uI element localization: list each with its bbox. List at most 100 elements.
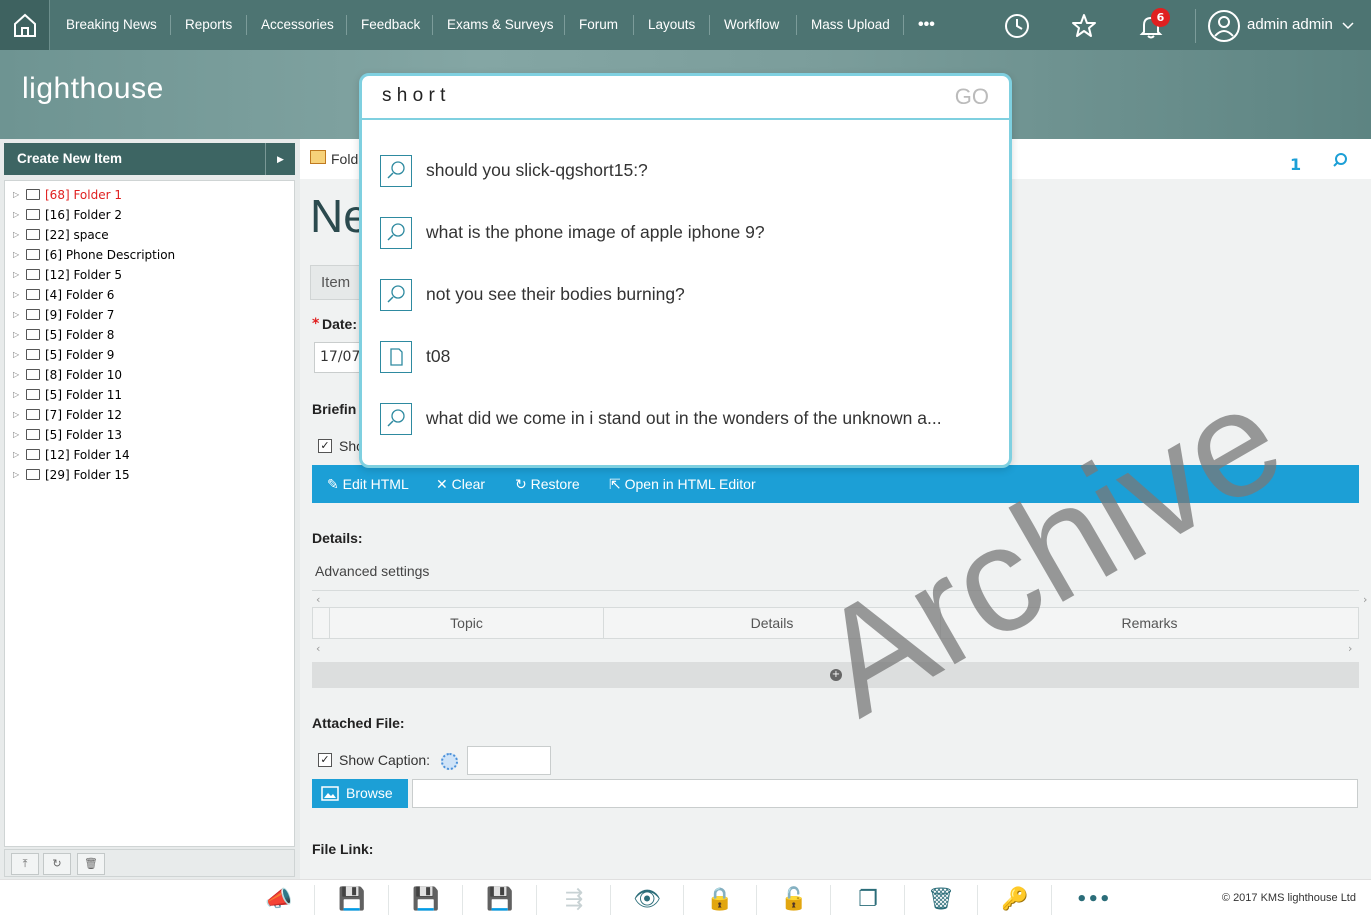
search-input-row[interactable]: s h o r t GO bbox=[362, 76, 1009, 120]
expand-arrow-icon[interactable]: ▷ bbox=[13, 385, 19, 405]
date-label: Date: bbox=[322, 316, 358, 332]
flow-icon[interactable]: ⇶ bbox=[560, 886, 588, 914]
user-avatar-icon[interactable] bbox=[1207, 9, 1241, 43]
megaphone-icon[interactable]: 📣 bbox=[265, 886, 293, 914]
trash-icon[interactable]: 🗑 bbox=[927, 886, 955, 914]
create-dropdown-arrow-icon[interactable]: ▶ bbox=[265, 143, 295, 175]
move-top-icon[interactable]: ⤒ bbox=[11, 853, 39, 875]
folder-label: [68] Folder 1 bbox=[45, 188, 122, 202]
nav-exams-surveys[interactable]: Exams & Surveys bbox=[447, 0, 554, 50]
settings-gear-icon[interactable] bbox=[441, 753, 458, 770]
create-new-item-button[interactable]: Create New Item ▶ bbox=[4, 143, 295, 175]
expand-arrow-icon[interactable]: ▷ bbox=[13, 365, 19, 385]
nav-feedback[interactable]: Feedback bbox=[361, 0, 420, 50]
expand-arrow-icon[interactable]: ▷ bbox=[13, 225, 19, 245]
nav-accessories[interactable]: Accessories bbox=[261, 0, 334, 50]
folder-icon bbox=[26, 229, 40, 240]
save-and-close-icon[interactable]: 💾 bbox=[486, 886, 514, 914]
show-caption-checkbox[interactable]: ✓ bbox=[318, 753, 332, 767]
clear-label: Clear bbox=[451, 476, 486, 492]
grid-header-topic[interactable]: Topic bbox=[329, 608, 603, 638]
grid-scroll-left-icon[interactable]: ‹ bbox=[316, 642, 320, 655]
nav-breaking-news[interactable]: Breaking News bbox=[66, 0, 157, 50]
save-and-view-icon[interactable]: 💾 bbox=[412, 886, 440, 914]
search-icon[interactable] bbox=[1332, 152, 1348, 168]
more-options-icon[interactable]: ••• bbox=[1076, 886, 1111, 914]
nav-divider bbox=[903, 15, 904, 35]
date-input[interactable]: 17/07 bbox=[314, 342, 360, 373]
favorites-star-icon[interactable] bbox=[1070, 12, 1098, 40]
advanced-settings-link[interactable]: Advanced settings bbox=[315, 563, 429, 579]
grid-scroll-right-icon[interactable]: › bbox=[1348, 642, 1352, 655]
folder-icon bbox=[26, 469, 40, 480]
edit-html-button[interactable]: ✎ Edit HTML bbox=[327, 465, 409, 503]
open-html-editor-button[interactable]: ⇱ Open in HTML Editor bbox=[609, 465, 756, 503]
footer-divider bbox=[536, 885, 537, 915]
folder-label: [16] Folder 2 bbox=[45, 208, 122, 222]
nav-forum[interactable]: Forum bbox=[579, 0, 618, 50]
attached-file-label: Attached File: bbox=[312, 715, 405, 731]
user-menu-name[interactable]: admin admin bbox=[1247, 0, 1333, 50]
search-suggestion[interactable]: should you slick-qgshort15:? bbox=[362, 155, 1009, 205]
search-suggestion[interactable]: what did we come in i stand out in the w… bbox=[362, 403, 1009, 453]
delete-icon[interactable]: 🗑 bbox=[77, 853, 105, 875]
footer-divider bbox=[904, 885, 905, 915]
nav-more-button[interactable]: ••• bbox=[918, 0, 935, 50]
history-icon[interactable] bbox=[1003, 12, 1031, 40]
expand-arrow-icon[interactable]: ▷ bbox=[13, 325, 19, 345]
nav-reports[interactable]: Reports bbox=[185, 0, 232, 50]
home-button[interactable] bbox=[0, 0, 50, 50]
file-path-input[interactable] bbox=[412, 779, 1358, 808]
expand-arrow-icon[interactable]: ▷ bbox=[13, 345, 19, 365]
footer-divider bbox=[462, 885, 463, 915]
scroll-right-icon[interactable]: › bbox=[1363, 593, 1367, 606]
expand-arrow-icon[interactable]: ▷ bbox=[13, 445, 19, 465]
search-suggestion-text: should you slick-qgshort15:? bbox=[426, 160, 648, 180]
expand-arrow-icon[interactable]: ▷ bbox=[13, 405, 19, 425]
expand-arrow-icon[interactable]: ▷ bbox=[13, 205, 19, 225]
search-suggestion[interactable]: t08 bbox=[362, 341, 1009, 391]
save-icon[interactable]: 💾 bbox=[338, 886, 366, 914]
expand-arrow-icon[interactable]: ▷ bbox=[13, 465, 19, 485]
search-suggestion[interactable]: not you see their bodies burning? bbox=[362, 279, 1009, 329]
clear-button[interactable]: ✕ Clear bbox=[436, 465, 485, 503]
show-checkbox[interactable]: ✓ bbox=[318, 439, 332, 453]
expand-arrow-icon[interactable]: ▷ bbox=[13, 265, 19, 285]
nav-layouts[interactable]: Layouts bbox=[648, 0, 695, 50]
create-new-item-label: Create New Item bbox=[17, 151, 123, 166]
key-icon[interactable]: 🔑 bbox=[1001, 886, 1029, 914]
folder-icon bbox=[26, 389, 40, 400]
nav-divider bbox=[796, 15, 797, 35]
nav-divider bbox=[246, 15, 247, 35]
expand-arrow-icon[interactable]: ▷ bbox=[13, 425, 19, 445]
external-edit-icon: ⇱ bbox=[609, 476, 621, 492]
footer-toolbar bbox=[0, 879, 1371, 919]
browse-button[interactable]: Browse bbox=[312, 779, 408, 808]
refresh-icon[interactable]: ↻ bbox=[43, 853, 71, 875]
footer-divider bbox=[830, 885, 831, 915]
caption-input[interactable] bbox=[467, 746, 551, 775]
expand-arrow-icon[interactable]: ▷ bbox=[13, 285, 19, 305]
search-go-button[interactable]: GO bbox=[955, 84, 989, 110]
folder-tree-icon bbox=[310, 150, 326, 164]
nav-divider bbox=[1195, 9, 1196, 43]
expand-arrow-icon[interactable]: ▷ bbox=[13, 185, 19, 205]
chevron-down-icon[interactable] bbox=[1341, 20, 1355, 32]
unlock-icon[interactable]: 🔓 bbox=[780, 886, 808, 914]
folder-icon bbox=[26, 349, 40, 360]
expand-arrow-icon[interactable]: ▷ bbox=[13, 245, 19, 265]
preview-eye-icon[interactable]: 👁 bbox=[633, 886, 661, 914]
search-suggestion[interactable]: what is the phone image of apple iphone … bbox=[362, 217, 1009, 267]
search-query-input[interactable]: s h o r t bbox=[382, 85, 445, 107]
folder-label: [8] Folder 10 bbox=[45, 368, 122, 382]
lock-icon[interactable]: 🔒 bbox=[706, 886, 734, 914]
copy-icon[interactable]: ❐ bbox=[854, 886, 882, 914]
search-suggestion-text: what is the phone image of apple iphone … bbox=[426, 222, 765, 242]
restore-button[interactable]: ↻ Restore bbox=[515, 465, 580, 503]
nav-workflow[interactable]: Workflow bbox=[724, 0, 779, 50]
breadcrumb[interactable]: Fold bbox=[331, 151, 358, 167]
nav-mass-upload[interactable]: Mass Upload bbox=[811, 0, 890, 50]
pencil-icon: ✎ bbox=[327, 476, 339, 492]
scroll-left-icon[interactable]: ‹ bbox=[316, 593, 320, 606]
expand-arrow-icon[interactable]: ▷ bbox=[13, 305, 19, 325]
